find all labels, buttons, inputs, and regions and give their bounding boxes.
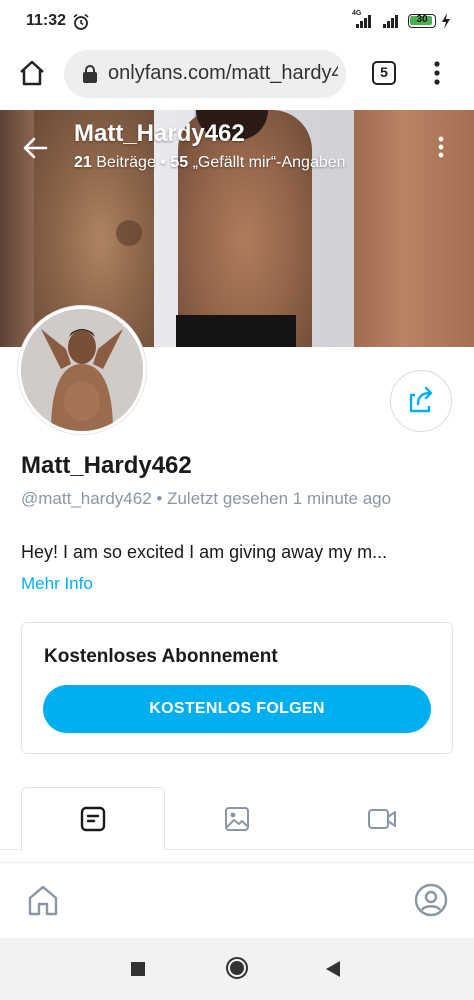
last-seen: Zuletzt gesehen 1 minute ago: [167, 489, 392, 508]
profile-name: Matt_Hardy462: [21, 452, 192, 479]
android-back-button[interactable]: [325, 960, 341, 978]
cover-stats: 21 Beiträge • 55 „Gefällt mir“-Angaben: [74, 154, 346, 172]
profile-handle: @matt_hardy462: [21, 489, 152, 508]
follow-free-button[interactable]: KOSTENLOS FOLGEN: [43, 685, 431, 733]
browser-home-icon[interactable]: [18, 59, 46, 87]
charging-icon: [442, 13, 450, 29]
profile-icon[interactable]: [414, 883, 448, 917]
back-arrow-icon[interactable]: [22, 136, 48, 160]
url-text[interactable]: onlyfans.com/matt_hardy462: [108, 62, 338, 85]
meta-separator: •: [156, 489, 168, 508]
posts-count: 21: [74, 154, 92, 171]
share-button[interactable]: [390, 370, 452, 432]
likes-label: „Gefällt mir“-Angaben: [192, 154, 346, 171]
tab-switcher-button[interactable]: 5: [372, 61, 396, 85]
battery-text: 30: [416, 14, 428, 25]
signal-icon: [356, 15, 371, 28]
avatar-image: [21, 309, 143, 431]
profile-bio: Hey! I am so excited I am giving away my…: [21, 542, 388, 562]
signal-icon-2: [383, 15, 398, 28]
stats-separator: •: [160, 154, 171, 171]
posts-label: Beiträge: [96, 154, 156, 171]
browser-menu-icon[interactable]: [434, 61, 440, 85]
recent-apps-button[interactable]: [131, 962, 145, 976]
more-info-link[interactable]: Mehr Info: [21, 574, 93, 594]
cover-title: Matt_Hardy462: [74, 120, 245, 147]
photos-icon[interactable]: [224, 806, 250, 832]
profile-meta: @matt_hardy462 • Zuletzt gesehen 1 minut…: [21, 489, 391, 509]
subscription-title: Kostenloses Abonnement: [44, 646, 278, 667]
avatar[interactable]: [18, 306, 146, 434]
home-icon[interactable]: [26, 883, 60, 917]
android-home-dot: [230, 961, 244, 975]
battery-icon: 30: [408, 14, 436, 28]
alarm-icon: [73, 13, 89, 30]
lock-icon: [83, 65, 97, 83]
posts-icon[interactable]: [80, 806, 106, 832]
share-icon: [409, 386, 433, 413]
app-bottom-nav: [0, 862, 474, 939]
videos-icon[interactable]: [367, 806, 397, 832]
status-time: 11:32: [26, 12, 67, 29]
profile-menu-icon[interactable]: [438, 136, 444, 158]
likes-count: 55: [170, 154, 189, 171]
